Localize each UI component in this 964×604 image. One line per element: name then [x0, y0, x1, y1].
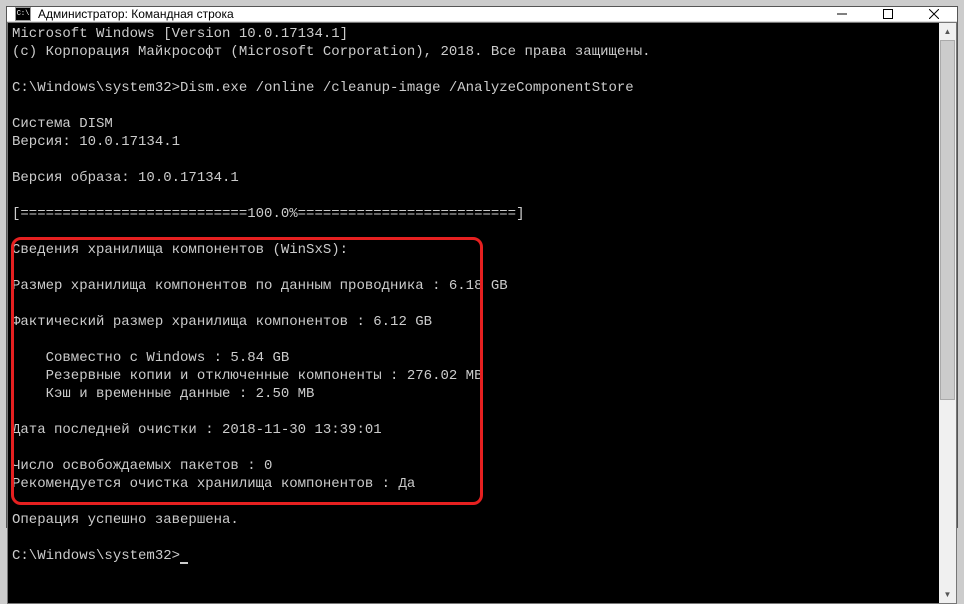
terminal-area: Microsoft Windows [Version 10.0.17134.1]… [7, 22, 957, 604]
cache-size: Кэш и временные данные : 2.50 MB [12, 386, 314, 402]
info-header: Сведения хранилища компонентов (WinSxS): [12, 242, 348, 258]
vertical-scrollbar[interactable]: ▲ ▼ [939, 23, 956, 603]
scrollbar-thumb[interactable] [940, 40, 955, 400]
close-button[interactable] [911, 7, 957, 21]
output-line: Версия: 10.0.17134.1 [12, 134, 180, 150]
output-line: Cистема DISM [12, 116, 113, 132]
prompt-line: C:\Windows\system32>Dism.exe /online /cl… [12, 80, 634, 96]
shared-size: Совместно с Windows : 5.84 GB [12, 350, 289, 366]
scroll-down-button[interactable]: ▼ [939, 586, 956, 603]
titlebar[interactable]: C:\ Администратор: Командная строка [7, 7, 957, 22]
output-line: Версия образа: 10.0.17134.1 [12, 170, 239, 186]
maximize-button[interactable] [865, 7, 911, 21]
success-msg: Операция успешно завершена. [12, 512, 239, 528]
minimize-button[interactable] [819, 7, 865, 21]
terminal-output[interactable]: Microsoft Windows [Version 10.0.17134.1]… [8, 23, 939, 603]
output-line: Microsoft Windows [Version 10.0.17134.1] [12, 26, 348, 42]
recommended: Рекомендуется очистка хранилища компонен… [12, 476, 415, 492]
cursor [180, 562, 188, 564]
explorer-size: Размер хранилища компонентов по данным п… [12, 278, 508, 294]
cmd-icon: C:\ [15, 7, 31, 21]
prompt-line: C:\Windows\system32> [12, 548, 180, 564]
window-controls [819, 7, 957, 21]
last-cleanup: Дата последней очистки : 2018-11-30 13:3… [12, 422, 382, 438]
backup-size: Резервные копии и отключенные компоненты… [12, 368, 482, 384]
reclaimable: Число освобождаемых пакетов : 0 [12, 458, 272, 474]
scroll-up-button[interactable]: ▲ [939, 23, 956, 40]
progress-bar: [===========================100.0%======… [12, 206, 524, 222]
output-line: (c) Корпорация Майкрософт (Microsoft Cor… [12, 44, 651, 60]
cmd-window: C:\ Администратор: Командная строка Micr… [6, 6, 958, 528]
actual-size: Фактический размер хранилища компонентов… [12, 314, 432, 330]
window-title: Администратор: Командная строка [38, 7, 819, 21]
